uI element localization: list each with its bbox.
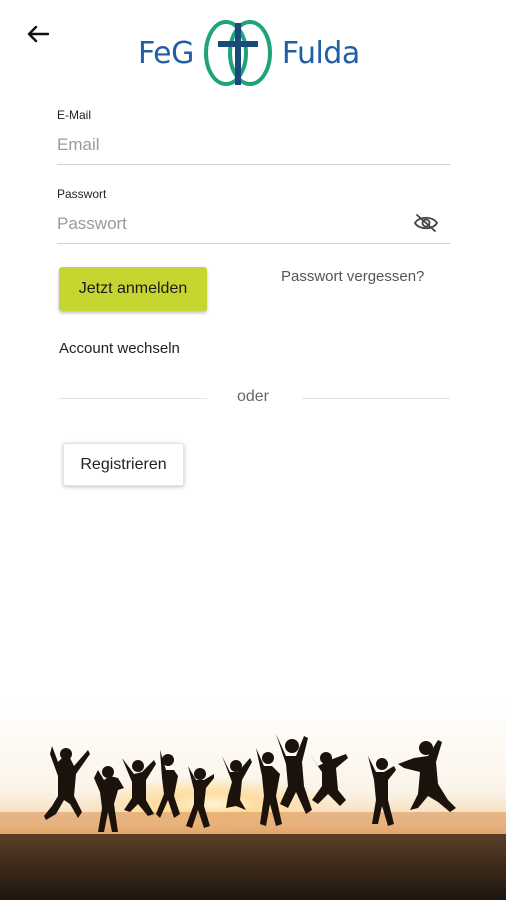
back-button[interactable] [20,18,56,50]
email-underline [57,164,450,165]
forgot-password-link[interactable]: Passwort vergessen? [281,268,424,285]
logo-text-left: FeG [138,35,194,71]
password-field[interactable] [57,210,407,238]
cross-logo-icon [203,20,272,86]
app-logo: FeG Fulda [138,14,374,92]
password-underline [57,243,450,244]
divider-left [59,398,207,399]
divider-label: oder [236,388,270,405]
login-button[interactable]: Jetzt anmelden [59,267,207,311]
eye-off-icon [413,214,439,232]
email-label: E-Mail [57,108,92,122]
password-label: Passwort [57,187,107,201]
email-field[interactable] [57,131,450,159]
arrow-left-icon [27,25,49,43]
password-visibility-toggle[interactable] [412,211,440,235]
divider-right [302,398,450,399]
register-button[interactable]: Registrieren [63,443,184,486]
jumping-people-sunset-image [0,700,506,900]
logo-text-right: Fulda [281,35,360,71]
switch-account-link[interactable]: Account wechseln [59,340,180,357]
